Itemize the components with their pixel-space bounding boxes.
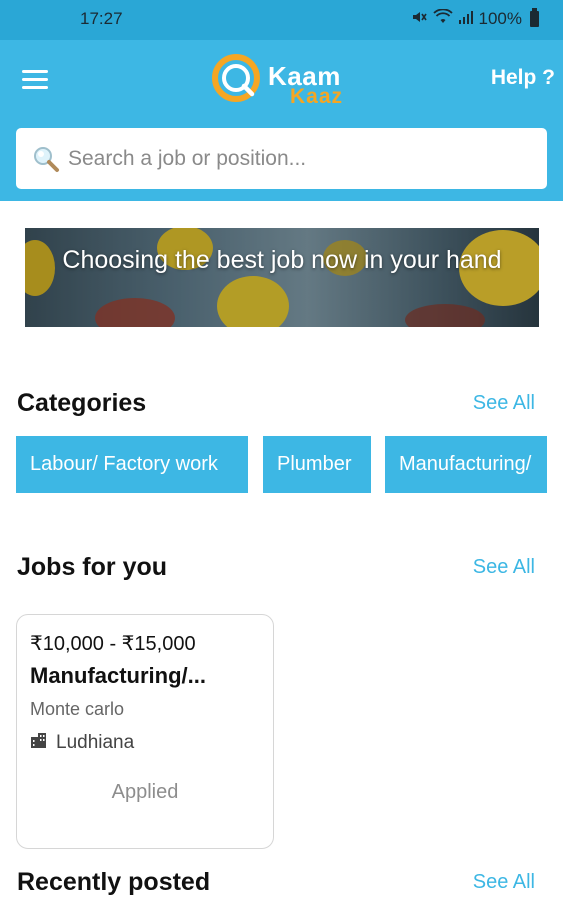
logo-magnifier-icon [212, 54, 260, 102]
job-status-applied: Applied [111, 781, 179, 803]
app-bar: Kaam Kaaz Help ? [0, 40, 563, 201]
job-location-text: Ludhiana [56, 732, 135, 753]
banner-helmets-image [25, 228, 539, 327]
banner-text: Choosing the best job now in your hand [62, 246, 502, 274]
help-button[interactable]: Help ? [491, 66, 555, 90]
category-chips: Labour/ Factory work Plumber Manufacturi… [16, 436, 563, 493]
wifi-icon [432, 8, 453, 29]
mute-icon [411, 9, 427, 29]
jobs-for-you-title: Jobs for you [17, 553, 168, 581]
search-input[interactable] [66, 145, 530, 172]
signal-icon [458, 9, 473, 29]
job-salary: ₹10,000 - ₹15,000 [30, 633, 196, 655]
building-icon [30, 731, 48, 755]
job-location: Ludhiana [30, 731, 134, 755]
jobs-see-all-link[interactable]: See All [473, 556, 535, 579]
battery-icon [530, 8, 539, 27]
logo-text-secondary: Kaaz [290, 85, 344, 108]
hero-banner[interactable]: Choosing the best job now in your hand [25, 228, 539, 327]
category-chip-plumber[interactable]: Plumber [263, 436, 371, 493]
category-chip-manufacturing[interactable]: Manufacturing/ [385, 436, 547, 493]
categories-title: Categories [17, 389, 147, 417]
job-card[interactable]: ₹10,000 - ₹15,000 Manufacturing/... Mont… [16, 614, 274, 849]
search-icon [32, 145, 60, 173]
menu-icon[interactable] [22, 70, 48, 90]
status-bar: 17:27 100% [0, 0, 563, 40]
recently-posted-see-all-link[interactable]: See All [473, 871, 535, 894]
battery-percent: 100% [478, 9, 522, 28]
category-chip-labour[interactable]: Labour/ Factory work [16, 436, 248, 493]
search-bar[interactable] [16, 128, 547, 189]
status-time: 17:27 [80, 9, 123, 28]
job-company: Monte carlo [30, 699, 125, 719]
job-title: Manufacturing/... [30, 663, 206, 688]
app-logo: Kaam Kaaz [210, 52, 360, 108]
status-icons: 100% [411, 8, 539, 29]
recently-posted-title: Recently posted [17, 868, 211, 896]
categories-see-all-link[interactable]: See All [473, 392, 535, 415]
